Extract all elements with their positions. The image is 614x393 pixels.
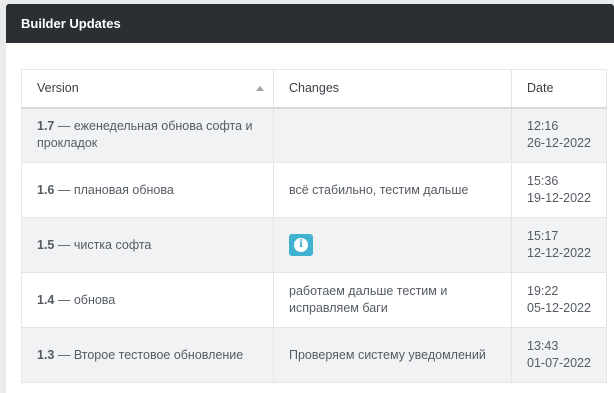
table-header-row: Version Changes Date — [21, 69, 607, 109]
version-title: — обнова — [54, 292, 116, 307]
changes-cell: i — [273, 217, 512, 273]
version-number: 1.3 — [37, 347, 55, 362]
info-button[interactable]: i — [289, 234, 313, 256]
date-text: 05-12-2022 — [527, 301, 591, 315]
version-number: 1.4 — [37, 292, 55, 307]
changes-cell: работаем дальше тестим и исправляем баги — [273, 272, 512, 328]
version-number: 1.6 — [37, 182, 55, 197]
changes-cell: Проверяем систему уведомлений — [273, 327, 512, 383]
date-text: 12-12-2022 — [527, 246, 591, 260]
version-cell: 1.6 — плановая обнова — [21, 162, 274, 218]
table-row: 1.7 — еженедельная обнова софта и прокла… — [21, 107, 607, 163]
date-text: 26-12-2022 — [527, 136, 591, 151]
table-row: 1.6 — плановая обнова всё стабильно, тес… — [21, 162, 607, 218]
version-cell: 1.7 — еженедельная обнова софта и прокла… — [21, 107, 274, 163]
version-title: — еженедельная обнова софта и прокладок — [37, 119, 253, 151]
date-text: 01-07-2022 — [527, 356, 591, 370]
column-header-version-label: Version — [37, 81, 79, 96]
version-title: — плановая обнова — [54, 182, 174, 197]
date-cell: 15:17 12-12-2022 — [511, 217, 607, 273]
time-text: 15:36 — [527, 174, 559, 188]
column-header-version[interactable]: Version — [21, 69, 274, 109]
version-title: — Второе тестовое обновление — [54, 347, 244, 362]
time-text: 19:22 — [527, 284, 559, 298]
time-text: 12:16 — [527, 119, 559, 134]
time-text: 15:17 — [527, 229, 559, 243]
changes-text: работаем дальше тестим и исправляем баги — [289, 284, 448, 315]
changes-cell: всё стабильно, тестим дальше — [273, 162, 512, 218]
changes-cell — [273, 107, 512, 163]
table-row: 1.3 — Второе тестовое обновление Проверя… — [21, 327, 607, 383]
date-text: 19-12-2022 — [527, 191, 591, 205]
sort-asc-icon[interactable] — [256, 86, 264, 91]
version-title: — чистка софта — [54, 237, 152, 252]
table-row: 1.5 — чистка софта i 15:17 12-12-2022 — [21, 217, 607, 273]
time-text: 13:43 — [527, 339, 559, 353]
version-number: 1.7 — [37, 119, 55, 134]
updates-table-container: Version Changes Date 1.7 — еженедельная … — [21, 69, 607, 383]
date-cell: 13:43 01-07-2022 — [511, 327, 607, 383]
changes-text: всё стабильно, тестим дальше — [289, 182, 469, 197]
date-cell: 15:36 19-12-2022 — [511, 162, 607, 218]
column-header-changes-label: Changes — [289, 81, 340, 96]
version-number: 1.5 — [37, 237, 55, 252]
changes-text: Проверяем систему уведомлений — [289, 347, 486, 362]
panel-title: Builder Updates — [6, 4, 614, 43]
updates-table: Version Changes Date 1.7 — еженедельная … — [21, 69, 607, 383]
info-icon: i — [294, 238, 308, 252]
column-header-date-label: Date — [527, 81, 554, 96]
version-cell: 1.5 — чистка софта — [21, 217, 274, 273]
version-cell: 1.4 — обнова — [21, 272, 274, 328]
column-header-changes[interactable]: Changes — [273, 69, 512, 109]
date-cell: 12:16 26-12-2022 — [511, 107, 607, 163]
column-header-date[interactable]: Date — [511, 69, 607, 109]
date-cell: 19:22 05-12-2022 — [511, 272, 607, 328]
table-row: 1.4 — обнова работаем дальше тестим и ис… — [21, 272, 607, 328]
builder-updates-panel: Builder Updates Version Changes Date 1.7… — [6, 4, 614, 393]
version-cell: 1.3 — Второе тестовое обновление — [21, 327, 274, 383]
